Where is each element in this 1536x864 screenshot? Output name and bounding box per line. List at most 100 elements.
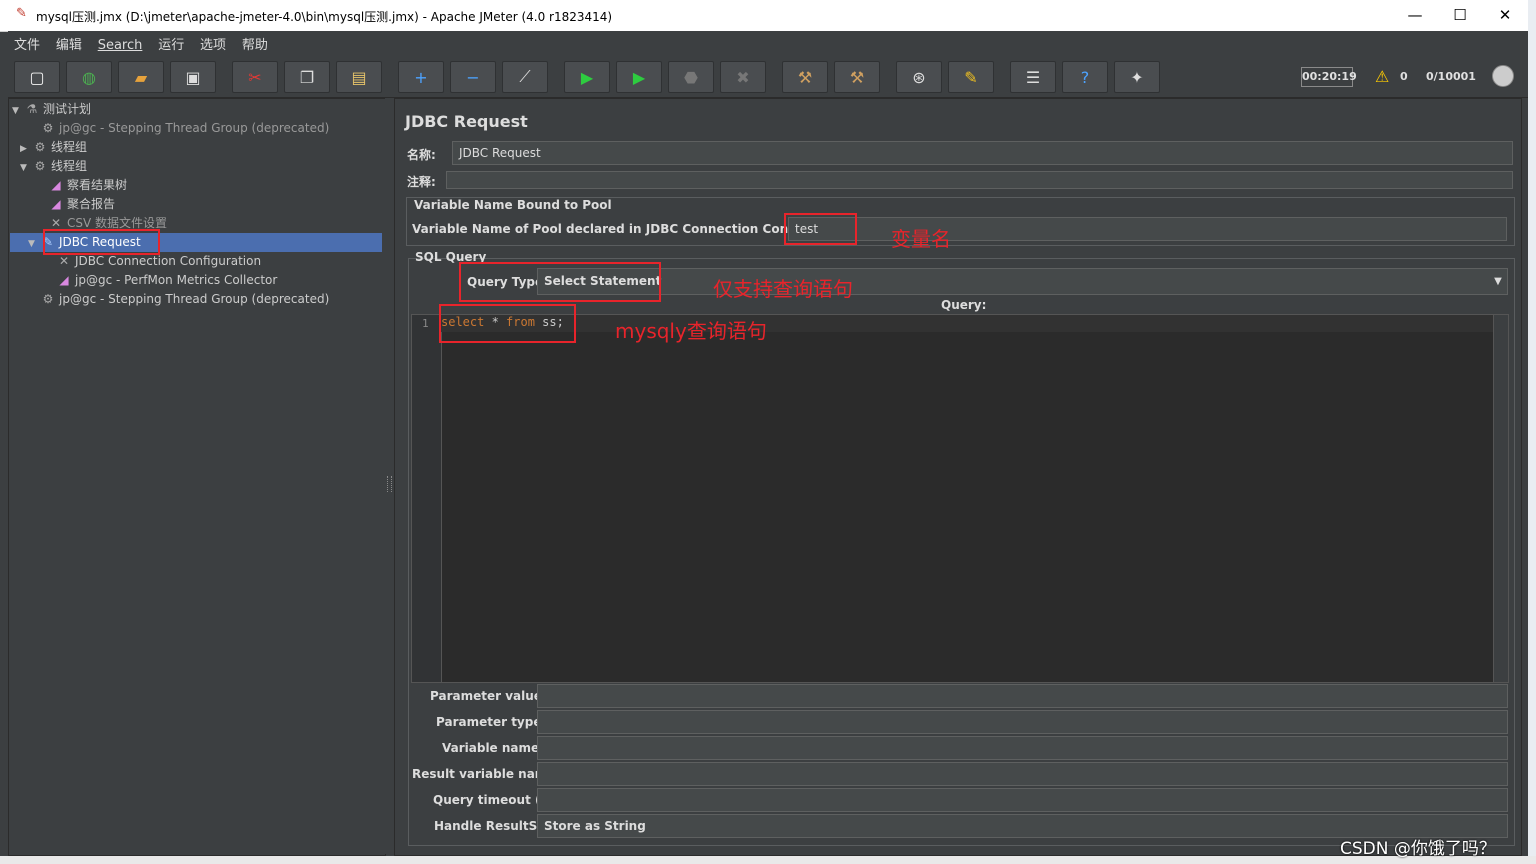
menu-help[interactable]: 帮助 <box>236 31 274 53</box>
tree-item-label: JDBC Connection Configuration <box>75 254 262 268</box>
flask-icon: ⚗ <box>26 102 38 116</box>
chart-icon: ◢ <box>59 273 69 287</box>
reset-search-button[interactable]: ✎ <box>948 61 994 93</box>
expand-down-icon[interactable]: ▼ <box>12 102 24 121</box>
feather-icon: ✎ <box>16 6 27 21</box>
tree-item[interactable]: ⚙ jp@gc - Stepping Thread Group (deprecat… <box>28 290 330 309</box>
window-titlebar: ✎ mysql压测.jmx (D:\jmeter\apache-jmeter-4… <box>0 0 1528 32</box>
watermark: CSDN @你饿了吗？ <box>1340 839 1496 859</box>
clear-button[interactable]: ⚒ <box>782 61 828 93</box>
tree-item-label: jp@gc - Stepping Thread Group (deprecate… <box>59 121 330 135</box>
expand-down-icon[interactable]: ▼ <box>20 159 32 178</box>
menu-file[interactable]: 文件 <box>8 31 46 53</box>
function-helper-button[interactable]: ☰ <box>1010 61 1056 93</box>
annotation-box-pool <box>784 213 857 245</box>
stop-button[interactable]: ⬣ <box>668 61 714 93</box>
tree-item[interactable]: ◢ jp@gc - PerfMon Metrics Collector <box>44 271 277 290</box>
toggle-icon: ⟋ <box>519 67 531 86</box>
copy-button[interactable]: ❐ <box>284 61 330 93</box>
collapse-button[interactable]: − <box>450 61 496 93</box>
menu-edit[interactable]: 编辑 <box>50 31 88 53</box>
save-button[interactable]: ▣ <box>170 61 216 93</box>
query-timeout-field[interactable] <box>537 788 1508 812</box>
editor-scrollbar[interactable] <box>1493 314 1509 683</box>
tree-item[interactable]: ▼ ⚗ 测试计划 <box>12 100 91 119</box>
panel-title: JDBC Request <box>405 112 528 131</box>
tree-item-label: jp@gc - PerfMon Metrics Collector <box>75 273 278 287</box>
param-values-label: Parameter values: <box>430 689 554 703</box>
open-button[interactable]: ▰ <box>118 61 164 93</box>
query-label: Query: <box>941 298 987 312</box>
cut-icon: ✂ <box>248 67 262 87</box>
shutdown-button[interactable]: ✖ <box>720 61 766 93</box>
query-editor[interactable]: 1 <box>411 314 1495 683</box>
result-variable-field[interactable] <box>537 762 1508 786</box>
tree-item-label: 线程组 <box>51 159 88 173</box>
search-button[interactable]: ⊛ <box>896 61 942 93</box>
start-button[interactable]: ▶ <box>564 61 610 93</box>
gear-icon: ⚙ <box>42 292 54 306</box>
annotation-box-tree-item <box>43 229 160 255</box>
start-no-pause-button[interactable]: ▶ <box>616 61 662 93</box>
tree-item[interactable]: ▼ ⚙ 线程组 <box>20 157 87 176</box>
collapse-icon: − <box>466 67 480 87</box>
remote-button[interactable]: ✦ <box>1114 61 1160 93</box>
expand-down-icon[interactable]: ▼ <box>28 235 40 254</box>
window-title: mysql压测.jmx (D:\jmeter\apache-jmeter-4.0… <box>36 10 613 24</box>
help-button[interactable]: ? <box>1062 61 1108 93</box>
annotation-box-query-type <box>459 262 661 302</box>
search-icon: ⊛ <box>912 67 926 87</box>
clear-icon: ⚒ <box>797 67 813 87</box>
new-icon: ▢ <box>29 67 45 87</box>
variable-names-field[interactable] <box>537 736 1508 760</box>
tree-item[interactable]: ◢ 察看结果树 <box>36 176 127 195</box>
maximize-button[interactable]: ☐ <box>1437 0 1483 31</box>
warning-icon[interactable]: ⚠ <box>1375 67 1389 86</box>
templates-button[interactable]: ◍ <box>66 61 112 93</box>
elapsed-time: 00:20:19 <box>1301 67 1357 87</box>
expand-button[interactable]: + <box>398 61 444 93</box>
active-threads: 0/10001 <box>1426 70 1476 83</box>
clear-all-icon: ⚒ <box>849 67 865 87</box>
background-window-bottom <box>0 856 1536 864</box>
copy-icon: ❐ <box>299 67 315 87</box>
close-button[interactable]: ✕ <box>1482 0 1528 31</box>
name-label: 名称: <box>407 148 436 162</box>
minimize-button[interactable]: — <box>1392 0 1438 31</box>
cut-button[interactable]: ✂ <box>232 61 278 93</box>
param-values-field[interactable] <box>537 684 1508 708</box>
param-types-field[interactable] <box>537 710 1508 734</box>
gear-icon: ⚙ <box>42 121 54 135</box>
menu-options[interactable]: 选项 <box>194 31 232 53</box>
name-field[interactable]: JDBC Request <box>452 141 1513 165</box>
query-type-select[interactable]: Select Statement <box>537 268 1508 295</box>
menu-run[interactable]: 运行 <box>152 31 190 53</box>
function-helper-icon: ☰ <box>1025 67 1041 87</box>
gear-icon: ⚙ <box>34 159 46 173</box>
clear-all-button[interactable]: ⚒ <box>834 61 880 93</box>
warning-count: 0 <box>1400 70 1408 83</box>
pool-group-title: Variable Name Bound to Pool <box>414 198 612 212</box>
save-icon: ▣ <box>185 67 201 87</box>
gear-icon: ⚙ <box>34 140 46 154</box>
tree-item[interactable]: ⚙ jp@gc - Stepping Thread Group (deprecat… <box>28 119 330 138</box>
annotation-select-only: 仅支持查询语句 <box>713 277 853 301</box>
new-button[interactable]: ▢ <box>14 61 60 93</box>
annotation-mysql-query: mysqly查询语句 <box>615 319 767 343</box>
tree-item[interactable]: ▶ ⚙ 线程组 <box>20 138 87 157</box>
templates-icon: ◍ <box>82 67 96 87</box>
menu-search[interactable]: Search <box>92 35 149 53</box>
help-icon: ? <box>1080 67 1090 87</box>
split-divider[interactable] <box>385 98 393 854</box>
open-icon: ▰ <box>134 67 148 87</box>
divider-grip[interactable] <box>387 476 392 492</box>
start-no-pause-icon: ▶ <box>632 67 646 87</box>
start-icon: ▶ <box>580 67 594 87</box>
paste-button[interactable]: ▤ <box>336 61 382 93</box>
variable-names-label: Variable names: <box>442 741 552 755</box>
chevron-down-icon[interactable]: ▼ <box>1488 270 1508 294</box>
tree-item-label: CSV 数据文件设置 <box>67 216 168 230</box>
tree-item[interactable]: ◢ 聚合报告 <box>36 195 115 214</box>
comment-field[interactable] <box>446 171 1513 189</box>
toggle-button[interactable]: ⟋ <box>502 61 548 93</box>
